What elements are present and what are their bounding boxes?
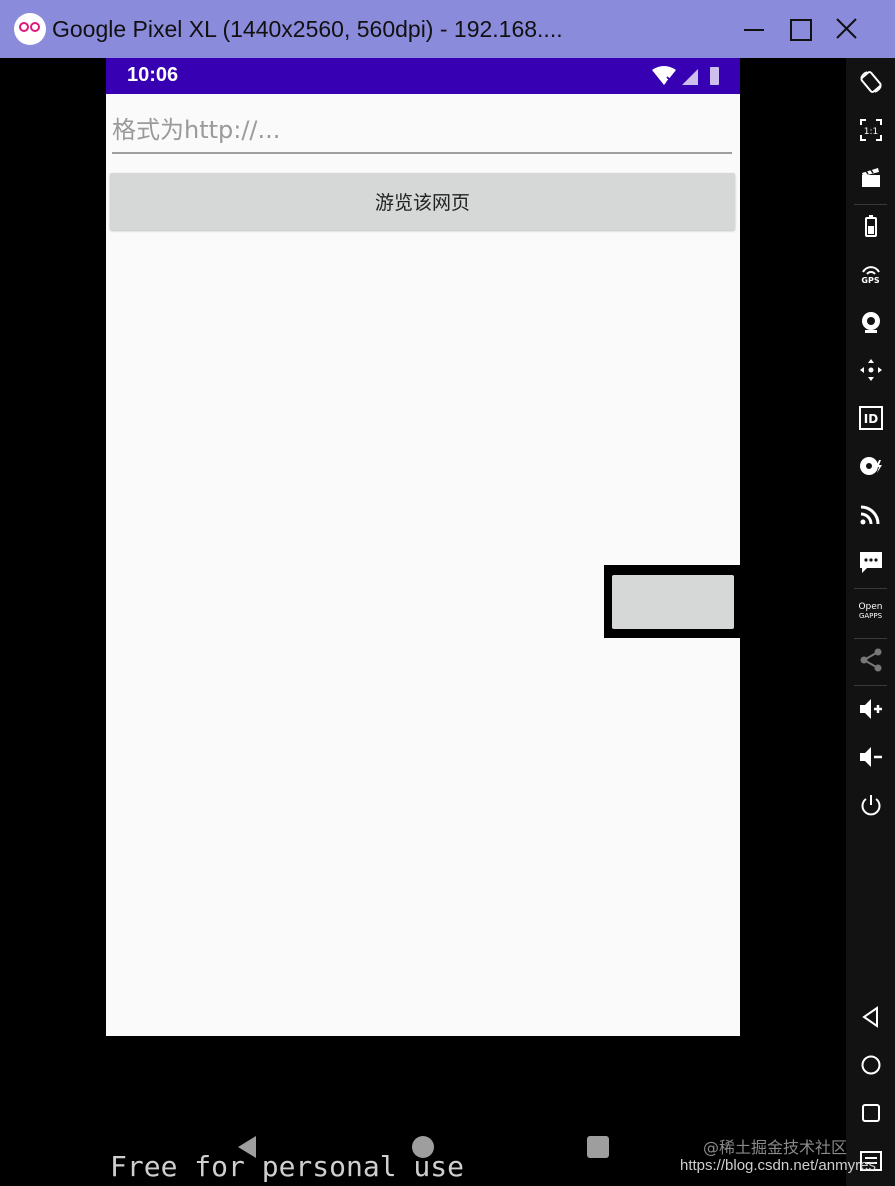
juejin-watermark: @稀土掘金技术社区: [703, 1138, 848, 1157]
toolbar-home-button[interactable]: [846, 1048, 895, 1082]
device-screen: 10:06 游览该网页: [106, 58, 740, 1036]
fit-1-1-icon: 1:1: [859, 119, 882, 141]
genymotion-logo-icon: [14, 13, 46, 45]
status-clock: 10:06: [127, 64, 179, 86]
id-icon: ID: [858, 406, 883, 430]
signal-icon: [682, 69, 698, 85]
power-button[interactable]: [846, 788, 895, 822]
wifi-icon: [652, 66, 676, 85]
power-icon: [861, 795, 880, 816]
status-bar: 10:06: [106, 58, 740, 94]
open-gapps-icon: Open GAPPS: [858, 602, 883, 621]
move-button[interactable]: [846, 353, 895, 387]
csdn-watermark: https://blog.csdn.net/anmyres: [680, 1157, 876, 1174]
sms-button[interactable]: [846, 545, 895, 579]
floating-window: [604, 565, 740, 638]
browse-webpage-button[interactable]: 游览该网页: [110, 173, 735, 230]
floating-button[interactable]: [612, 575, 734, 629]
close-icon: [836, 18, 857, 39]
window-title: Google Pixel XL (1440x2560, 560dpi) - 19…: [52, 16, 563, 42]
window-titlebar: Google Pixel XL (1440x2560, 560dpi) - 19…: [0, 0, 895, 58]
screen-record-icon: [861, 168, 880, 187]
fit-1-1-button[interactable]: 1:1: [846, 113, 895, 147]
svg-text:ID: ID: [863, 412, 877, 426]
gps-button[interactable]: GPS: [846, 257, 895, 291]
volume-up-button[interactable]: [846, 692, 895, 726]
close-button[interactable]: [824, 8, 870, 50]
url-input[interactable]: [112, 108, 732, 154]
share-icon: [860, 648, 881, 672]
rotate-icon: [859, 71, 882, 93]
toolbar-back-button[interactable]: [846, 1000, 895, 1034]
device-id-button[interactable]: ID: [846, 401, 895, 435]
cast-button[interactable]: [846, 497, 895, 531]
gps-label: GPS: [861, 275, 880, 285]
camera-button[interactable]: [846, 305, 895, 339]
battery-button[interactable]: [846, 209, 895, 243]
cast-icon: [860, 505, 879, 525]
disk-io-button[interactable]: [846, 449, 895, 483]
open-gapps-button[interactable]: Open GAPPS: [846, 595, 895, 629]
status-icons: [652, 66, 719, 85]
emulator-toolbar: 1:1 GPS ID Open GAPPS: [846, 58, 895, 1186]
toolbar-recents-button[interactable]: [846, 1096, 895, 1130]
volume-down-button[interactable]: [846, 740, 895, 774]
gps-icon: [861, 265, 880, 275]
rotate-button[interactable]: [846, 65, 895, 99]
camera-icon: [861, 312, 880, 333]
disk-icon: [859, 457, 882, 475]
nav-recents-button[interactable]: [585, 1134, 611, 1164]
minimize-button[interactable]: [731, 8, 777, 50]
minimize-icon: [744, 29, 764, 31]
back-icon: [861, 1006, 878, 1028]
sms-icon: [859, 552, 882, 573]
nav-recents-icon: [587, 1136, 609, 1158]
maximize-icon: [790, 19, 812, 41]
battery-status-icon: [710, 67, 719, 85]
home-icon: [861, 1055, 880, 1075]
screen-record-button[interactable]: [846, 161, 895, 195]
svg-text:1:1: 1:1: [863, 127, 877, 137]
battery-icon: [864, 215, 877, 237]
free-for-personal-use-watermark: Free for personal use: [110, 1150, 465, 1183]
move-icon: [859, 359, 882, 381]
recents-icon: [861, 1104, 880, 1122]
share-button[interactable]: [846, 643, 895, 677]
maximize-button[interactable]: [777, 8, 823, 50]
volume-up-icon: [859, 699, 882, 719]
volume-down-icon: [859, 747, 882, 767]
